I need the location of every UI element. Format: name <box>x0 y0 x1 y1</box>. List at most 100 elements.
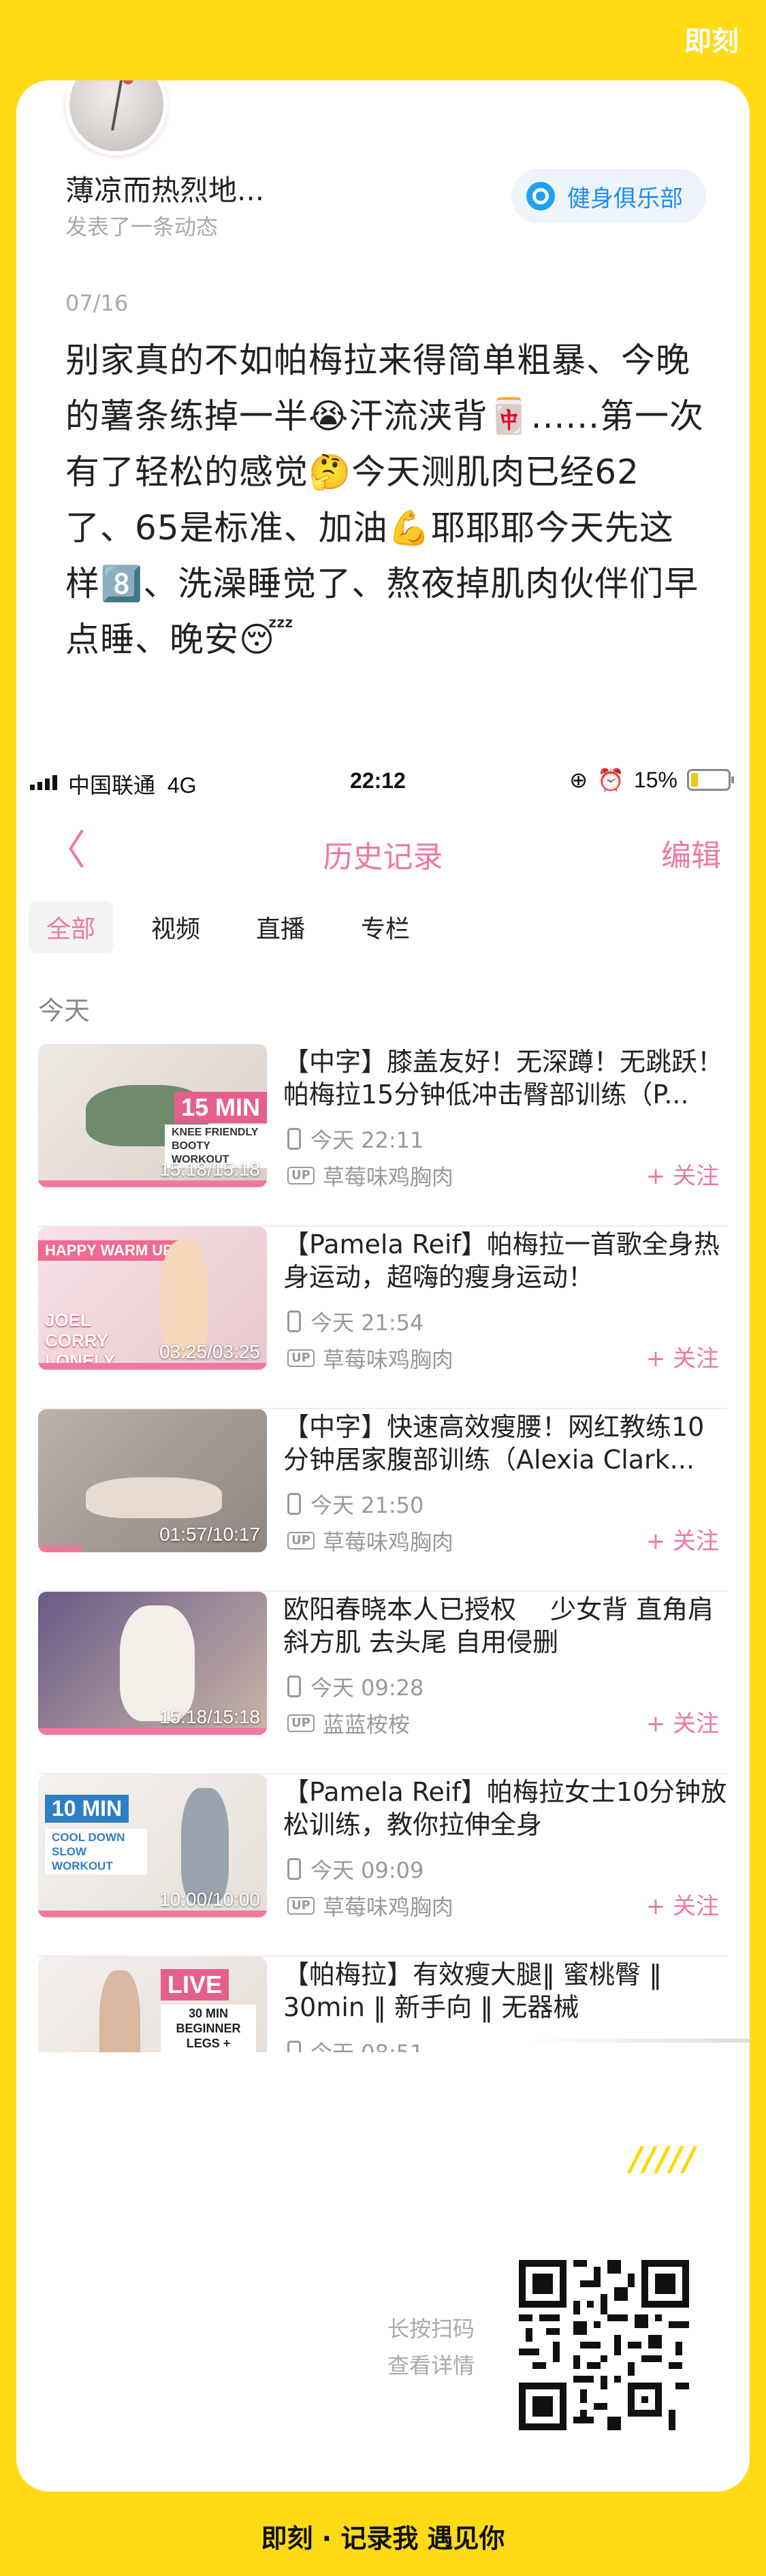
uploader-name[interactable]: 草莓味鸡胸肉 <box>323 1342 453 1374</box>
video-thumbnail[interactable]: HAPPY WARM UP JOEL CORRY LONELY 03:25/03… <box>38 1227 267 1370</box>
up-icon: UP <box>287 1897 315 1915</box>
watch-meta: 今天 09:09 <box>287 1853 424 1885</box>
follow-button[interactable]: + 关注 <box>646 1887 719 1921</box>
section-header-today: 今天 <box>38 996 91 1026</box>
video-thumbnail[interactable]: 10 MIN COOL DOWN SLOW WORKOUT 10:00/10:0… <box>38 1774 267 1917</box>
watch-progress <box>38 1911 267 1917</box>
video-duration: 03:25/03:25 <box>159 1341 260 1362</box>
video-title[interactable]: 【帕梅拉】有效瘦大腿‖ 蜜桃臀 ‖ 30min ‖ 新手向 ‖ 无器械 <box>283 1958 727 2024</box>
up-icon: UP <box>287 1532 315 1550</box>
scan-hint-line2: 查看详情 <box>387 2353 475 2378</box>
post-date: 07/16 <box>65 290 129 316</box>
history-item[interactable]: 01:57/10:17 【中字】快速高效瘦腰！网红教练10分钟居家腹部训练（Al… <box>38 1409 727 1592</box>
watch-meta: 今天 21:54 <box>287 1306 424 1337</box>
screenshot-edge-fade <box>524 2039 750 2043</box>
battery-percent: 15% <box>633 767 677 792</box>
phone-icon <box>287 1676 301 1697</box>
history-item[interactable]: HAPPY WARM UP JOEL CORRY LONELY 03:25/03… <box>38 1227 727 1409</box>
phone-icon <box>287 1493 301 1515</box>
phone-icon <box>287 2041 301 2052</box>
qr-code-icon[interactable] <box>519 2260 689 2430</box>
watch-time: 今天 09:09 <box>310 1857 424 1883</box>
phone-icon <box>287 1858 301 1880</box>
status-bar: 中国联通 4G 22:12 ⊕ ⏰ 15% <box>16 755 750 809</box>
video-thumbnail[interactable]: 15:18/15:18 <box>38 1592 267 1735</box>
history-item[interactable]: LIVE 30 MIN BEGINNER LEGS + BOOTY 【帕梅拉】有… <box>38 1957 727 2052</box>
avatar[interactable] <box>65 80 167 155</box>
history-item[interactable]: 15:18/15:18 欧阳春晓本人已授权 少女背 直角肩 斜方肌 去头尾 自用… <box>38 1592 727 1774</box>
jike-logo: 即刻 <box>684 19 739 59</box>
carrier-name: 中国联通 <box>68 773 156 798</box>
thumbnail-figure <box>161 1240 208 1356</box>
video-duration: 15:18/15:18 <box>159 1706 260 1727</box>
rotation-lock-icon: ⊕ <box>569 768 588 792</box>
follow-button[interactable]: + 关注 <box>646 1705 719 1738</box>
watch-meta: 今天 22:11 <box>287 1123 424 1155</box>
club-badge[interactable]: 健身俱乐部 <box>511 169 706 223</box>
up-icon: UP <box>287 1167 315 1184</box>
follow-button[interactable]: + 关注 <box>646 1340 719 1373</box>
thumbnail-text: HAPPY WARM UP <box>38 1240 180 1261</box>
uploader-name[interactable]: 草莓味鸡胸肉 <box>323 1890 453 1921</box>
video-title[interactable]: 【Pamela Reif】帕梅拉女士10分钟放松训练，教你拉伸全身 <box>283 1776 727 1841</box>
network-type: 4G <box>167 773 197 798</box>
watch-time: 今天 09:28 <box>310 1675 424 1701</box>
footer-slogan: 即刻 · 记录我 遇见你 <box>261 2524 505 2554</box>
thumbnail-figure <box>99 1970 140 2052</box>
history-item[interactable]: 15 MIN KNEE FRIENDLY BOOTY WORKOUT 15:18… <box>38 1044 727 1227</box>
thumbnail-text: 10 MIN <box>45 1795 129 1823</box>
jike-logo-text: 即刻 <box>684 26 739 57</box>
thumbnail-subtext: COOL DOWN SLOW WORKOUT <box>45 1829 147 1874</box>
watch-time: 今天 22:11 <box>310 1127 424 1153</box>
video-title[interactable]: 【Pamela Reif】帕梅拉一首歌全身热身运动，超嗨的瘦身运动！ <box>283 1228 727 1293</box>
status-right: ⊕ ⏰ 15% <box>569 767 734 793</box>
user-name[interactable]: 薄凉而热烈地... <box>65 168 264 209</box>
watch-time: 今天 21:54 <box>310 1310 424 1336</box>
thumbnail-figure <box>86 1477 222 1518</box>
video-title[interactable]: 【中字】快速高效瘦腰！网红教练10分钟居家腹部训练（Alexia Clark..… <box>283 1411 727 1476</box>
watch-progress <box>38 1545 82 1552</box>
phone-icon <box>287 1128 301 1150</box>
uploader-row: UP 草莓味鸡胸肉 <box>287 1525 453 1556</box>
video-thumbnail[interactable]: 01:57/10:17 <box>38 1409 267 1552</box>
nav-bar: 〈 历史记录 编辑 <box>16 823 750 884</box>
video-duration: 15:18/15:18 <box>159 1159 260 1180</box>
page-title: 历史记录 <box>323 840 443 875</box>
embedded-screenshot: 中国联通 4G 22:12 ⊕ ⏰ 15% 〈 历史记录 编辑 全部 视频 直播… <box>16 755 750 2069</box>
uploader-name[interactable]: 蓝蓝桉桉 <box>323 1708 410 1739</box>
follow-button[interactable]: + 关注 <box>646 1522 719 1556</box>
scan-hint-line1: 长按扫码 <box>387 2316 475 2342</box>
tab-video[interactable]: 视频 <box>133 901 218 953</box>
edit-button[interactable]: 编辑 <box>661 831 721 875</box>
watch-meta: 今天 08:51 <box>287 2036 424 2052</box>
up-icon: UP <box>287 1349 315 1367</box>
carrier: 中国联通 4G <box>68 768 196 800</box>
tab-all[interactable]: 全部 <box>29 901 114 953</box>
thumbnail-text: 15 MIN <box>174 1092 267 1123</box>
video-title[interactable]: 欧阳春晓本人已授权 少女背 直角肩 斜方肌 去头尾 自用侵删 <box>283 1593 727 1659</box>
watch-time: 今天 08:51 <box>310 2036 424 2052</box>
video-thumbnail[interactable]: LIVE 30 MIN BEGINNER LEGS + BOOTY <box>38 1957 267 2052</box>
watch-meta: 今天 09:28 <box>287 1671 424 1702</box>
video-title[interactable]: 【中字】膝盖友好！无深蹲！无跳跃！帕梅拉15分钟低冲击臀部训练（P... <box>283 1046 727 1111</box>
club-icon <box>526 182 555 210</box>
thumbnail-figure <box>120 1605 195 1721</box>
history-item[interactable]: 10 MIN COOL DOWN SLOW WORKOUT 10:00/10:0… <box>38 1774 727 1957</box>
video-thumbnail[interactable]: 15 MIN KNEE FRIENDLY BOOTY WORKOUT 15:18… <box>38 1044 267 1187</box>
thumbnail-text: LIVE <box>161 1969 229 2000</box>
phone-icon <box>287 1310 301 1332</box>
tab-column[interactable]: 专栏 <box>343 901 428 953</box>
watch-meta: 今天 21:50 <box>287 1488 424 1520</box>
video-duration: 10:00/10:00 <box>159 1889 260 1910</box>
up-icon: UP <box>287 1714 315 1732</box>
watch-progress <box>38 1180 267 1187</box>
follow-button[interactable]: + 关注 <box>646 1157 719 1191</box>
club-label: 健身俱乐部 <box>567 185 683 213</box>
battery-icon <box>687 769 734 791</box>
uploader-name[interactable]: 草莓味鸡胸肉 <box>323 1525 453 1556</box>
tab-live[interactable]: 直播 <box>238 901 323 953</box>
thumbnail-subtext: 30 MIN BEGINNER LEGS + BOOTY <box>161 2005 256 2052</box>
post-body: 别家真的不如帕梅拉来得简单粗暴、今晚的薯条练掉一半😭汗流浃背🀄......第一次… <box>65 341 705 659</box>
watch-time: 今天 21:50 <box>310 1492 424 1518</box>
uploader-name[interactable]: 草莓味鸡胸肉 <box>323 1160 453 1191</box>
